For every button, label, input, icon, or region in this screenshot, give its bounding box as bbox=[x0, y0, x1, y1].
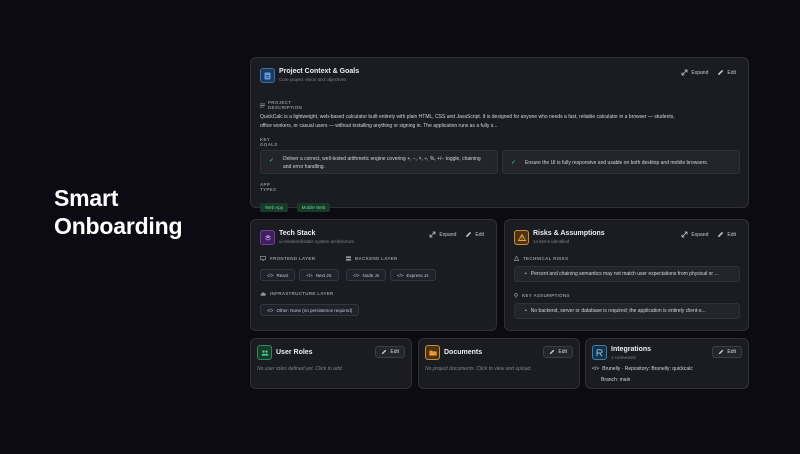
code-icon: </> bbox=[397, 272, 404, 278]
pencil-icon bbox=[717, 69, 724, 76]
backend-layer-label: BACKEND LAYER bbox=[346, 256, 398, 261]
expand-button[interactable]: Expand bbox=[681, 69, 708, 76]
warning-icon bbox=[514, 230, 529, 245]
frontend-layer-label: FRONTEND LAYER bbox=[260, 256, 315, 261]
project-subtitle: Core project vision and objectives bbox=[279, 77, 347, 82]
check-icon: ✓ bbox=[269, 158, 275, 164]
code-icon: </> bbox=[306, 272, 313, 278]
goal-item: ✓ Deliver a correct, well-tested arithme… bbox=[260, 150, 498, 174]
document-icon bbox=[260, 68, 275, 83]
key-assumptions-label: KEY ASSUMPTIONS bbox=[514, 293, 570, 298]
technical-risks-label: TECHNICAL RISKS bbox=[514, 256, 568, 261]
expand-button[interactable]: Expand bbox=[429, 231, 456, 238]
project-context-card: Project Context & Goals Core project vis… bbox=[250, 57, 749, 212]
expand-label: Expand bbox=[691, 69, 709, 76]
assumption-item: • No backend, server or database is requ… bbox=[514, 303, 740, 319]
integrations-title: Integrations bbox=[611, 346, 652, 353]
server-icon bbox=[346, 256, 351, 261]
app-type-tag: Mobile Web bbox=[296, 203, 331, 212]
infra-layer-label: INFRASTRUCTURE LAYER bbox=[260, 291, 334, 296]
expand-icon bbox=[429, 231, 436, 238]
expand-label: Expand bbox=[439, 231, 457, 238]
hero-line-1: Smart bbox=[54, 185, 119, 211]
bullet-icon: • bbox=[525, 308, 527, 314]
integration-branch: Branch: main bbox=[601, 377, 631, 383]
pencil-icon bbox=[465, 231, 472, 238]
edit-label: Edit bbox=[727, 69, 736, 76]
integrations-card[interactable]: Integrations 1 connected Edit </> Brunel… bbox=[585, 338, 749, 389]
user-roles-title: User Roles bbox=[276, 349, 313, 356]
monitor-icon bbox=[260, 256, 266, 261]
list-icon bbox=[260, 103, 265, 108]
users-icon bbox=[257, 345, 272, 360]
tech-chip: </> Node Js bbox=[346, 269, 387, 281]
tech-chip: </> Express Js bbox=[390, 269, 436, 281]
tech-subtitle: ui-rendered/static system architecture bbox=[279, 239, 355, 244]
tech-chip: </> Next JS bbox=[299, 269, 339, 281]
empty-state-text: No user roles defined yet. Click to add. bbox=[257, 366, 343, 372]
documents-title: Documents bbox=[444, 349, 483, 356]
hero-line-2: Onboarding bbox=[54, 213, 183, 239]
pencil-icon bbox=[717, 231, 724, 238]
expand-icon bbox=[681, 231, 688, 238]
risks-card: Risks & Assumptions 14 items identified … bbox=[504, 219, 749, 331]
risks-title: Risks & Assumptions bbox=[533, 230, 605, 237]
expand-button[interactable]: Expand bbox=[681, 231, 708, 238]
tech-chip: </> Other: None (no persistence required) bbox=[260, 304, 360, 316]
user-roles-card[interactable]: User Roles Edit No user roles defined ye… bbox=[250, 338, 412, 389]
app-types-label: APP TYPES bbox=[260, 182, 277, 192]
tech-chip: </> React bbox=[260, 269, 296, 281]
expand-icon bbox=[681, 69, 688, 76]
code-icon: </> bbox=[267, 272, 274, 278]
edit-button[interactable]: Edit bbox=[543, 346, 573, 358]
integration-repo: Brunelly · Repository: Brunelly: quickca… bbox=[602, 366, 693, 372]
goals-label: KEY GOALS bbox=[260, 137, 278, 147]
cloud-icon bbox=[260, 291, 266, 296]
check-icon: ✓ bbox=[511, 160, 517, 166]
goal-item: ✓ Ensure the UI is fully responsive and … bbox=[502, 150, 740, 174]
edit-button[interactable]: Edit bbox=[465, 231, 484, 238]
pencil-icon bbox=[381, 349, 387, 355]
tech-stack-card: Tech Stack ui-rendered/static system arc… bbox=[250, 219, 497, 331]
app-type-tag: Web App bbox=[260, 203, 289, 212]
description-line-1: QuickCalc is a lightweight, web-based ca… bbox=[260, 114, 675, 120]
pencil-icon bbox=[718, 349, 724, 355]
pencil-icon bbox=[549, 349, 555, 355]
warning-small-icon bbox=[514, 256, 519, 261]
description-line-2: office workers, or casual users — withou… bbox=[260, 122, 498, 129]
edit-button[interactable]: Edit bbox=[375, 346, 405, 358]
edit-label: Edit bbox=[727, 231, 736, 238]
description-label: PROJECT DESCRIPTION bbox=[260, 100, 302, 110]
documents-card[interactable]: Documents Edit No project documents. Cli… bbox=[418, 338, 580, 389]
edit-button[interactable]: Edit bbox=[717, 69, 736, 76]
code-icon: </> bbox=[267, 307, 274, 313]
integrations-subtitle: 1 connected bbox=[611, 355, 636, 360]
expand-label: Expand bbox=[691, 231, 709, 238]
code-icon: </> bbox=[592, 366, 600, 372]
edit-button[interactable]: Edit bbox=[717, 231, 736, 238]
project-title: Project Context & Goals bbox=[279, 68, 360, 75]
folder-icon bbox=[425, 345, 440, 360]
risks-subtitle: 14 items identified bbox=[533, 239, 570, 244]
layers-icon bbox=[260, 230, 275, 245]
empty-state-text: No project documents. Click to view and … bbox=[425, 366, 532, 372]
risk-item: • Percent and chaining semantics may not… bbox=[514, 266, 740, 282]
tech-title: Tech Stack bbox=[279, 230, 316, 237]
integration-logo-icon bbox=[592, 345, 607, 360]
code-icon: </> bbox=[353, 272, 360, 278]
pin-icon bbox=[514, 293, 518, 298]
hero-heading: Smart Onboarding bbox=[54, 184, 183, 240]
edit-label: Edit bbox=[475, 231, 484, 238]
bullet-icon: • bbox=[525, 271, 527, 277]
edit-button[interactable]: Edit bbox=[712, 346, 742, 358]
